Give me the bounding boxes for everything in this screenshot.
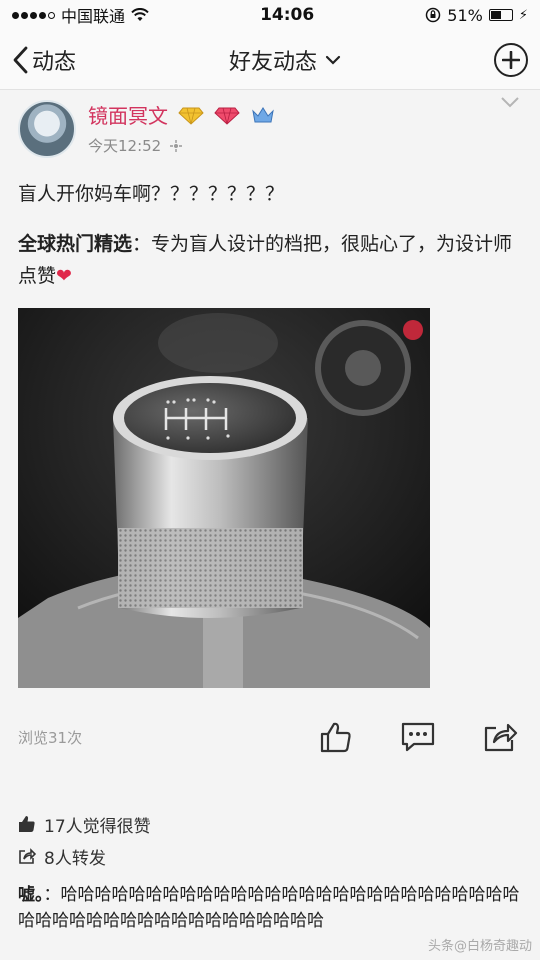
share-small-icon (19, 848, 36, 864)
share-icon (484, 723, 518, 752)
comment-text: ：哈哈哈哈哈哈哈哈哈哈哈哈哈哈哈哈哈哈哈哈哈哈哈哈哈哈哈哈哈哈哈哈哈哈哈哈哈哈哈… (18, 885, 520, 931)
feed-post: 镜面冥文 今天12:52 盲人开你妈车啊？？？？？？？ 全球热门精选：专为盲人设… (0, 90, 540, 934)
chevron-down-icon (325, 55, 341, 65)
plus-icon (502, 50, 520, 69)
gold-diamond-badge-icon[interactable] (178, 105, 204, 125)
user-info: 镜面冥文 今天12:52 (88, 100, 276, 156)
share-button[interactable] (482, 719, 518, 755)
post-time: 今天12:52 (88, 137, 162, 155)
status-right: 51% ⚡ (425, 6, 528, 25)
action-bar (318, 719, 518, 755)
view-count: 浏览31次 (18, 728, 83, 747)
carrier-name: 中国联通 (61, 7, 126, 26)
add-button[interactable] (494, 42, 528, 77)
likes-count: 17人觉得很赞 (44, 816, 151, 837)
watermark: 头条@白杨奇趣动 (427, 939, 532, 954)
privacy-icon (170, 139, 183, 152)
post-text-line: 盲人开你妈车啊？？？？？？？ (18, 183, 285, 205)
likes-summary[interactable]: 17人觉得很赞 (18, 808, 522, 840)
post-header: 镜面冥文 今天12:52 (18, 90, 522, 170)
shares-summary[interactable]: 8人转发 (18, 840, 522, 872)
gear-shift-image (18, 308, 430, 688)
avatar[interactable] (18, 100, 76, 158)
wifi-icon (131, 8, 149, 21)
comment-author[interactable]: 嘘。 (18, 885, 44, 905)
post-image[interactable] (18, 308, 430, 688)
status-bar: 中国联通 14:06 51% ⚡ (0, 0, 540, 30)
nav-title-dropdown[interactable]: 好友动态 (229, 44, 341, 76)
comment-icon (401, 722, 435, 752)
post-options-chevron-icon[interactable] (500, 96, 520, 108)
charging-icon: ⚡ (518, 7, 528, 23)
post-text-bold: 全球热门精选 (18, 233, 133, 255)
rotation-lock-icon (426, 7, 441, 23)
shares-count: 8人转发 (44, 848, 106, 869)
comment-item: 嘘。：哈哈哈哈哈哈哈哈哈哈哈哈哈哈哈哈哈哈哈哈哈哈哈哈哈哈哈哈哈哈哈哈哈哈哈哈哈… (18, 882, 522, 934)
back-button[interactable]: 动态 (12, 44, 76, 76)
time-row: 今天12:52 (88, 135, 276, 156)
battery-icon (488, 9, 513, 21)
comment-button[interactable] (400, 719, 436, 755)
status-left: 中国联通 (12, 3, 149, 27)
chevron-left-icon (13, 46, 28, 73)
thumbs-up-small-icon (19, 816, 35, 832)
like-button[interactable] (318, 719, 354, 755)
red-diamond-badge-icon[interactable] (214, 105, 240, 125)
post-text-body: 全球热门精选：专为盲人设计的档把，很贴心了，为设计师点赞❤ (18, 228, 522, 292)
status-time: 14:06 (260, 5, 315, 25)
stats-row: 浏览31次 (18, 702, 522, 772)
blue-crown-badge-icon[interactable] (250, 105, 276, 125)
signal-icon (12, 11, 55, 19)
back-label: 动态 (32, 49, 77, 75)
heart-icon: ❤ (56, 265, 72, 287)
thumbs-up-icon (320, 722, 351, 753)
page-title: 好友动态 (229, 49, 318, 75)
navigation-bar: 动态 好友动态 (0, 30, 540, 90)
user-row: 镜面冥文 (88, 100, 276, 129)
username[interactable]: 镜面冥文 (88, 100, 168, 129)
battery-percent: 51% (447, 5, 483, 25)
